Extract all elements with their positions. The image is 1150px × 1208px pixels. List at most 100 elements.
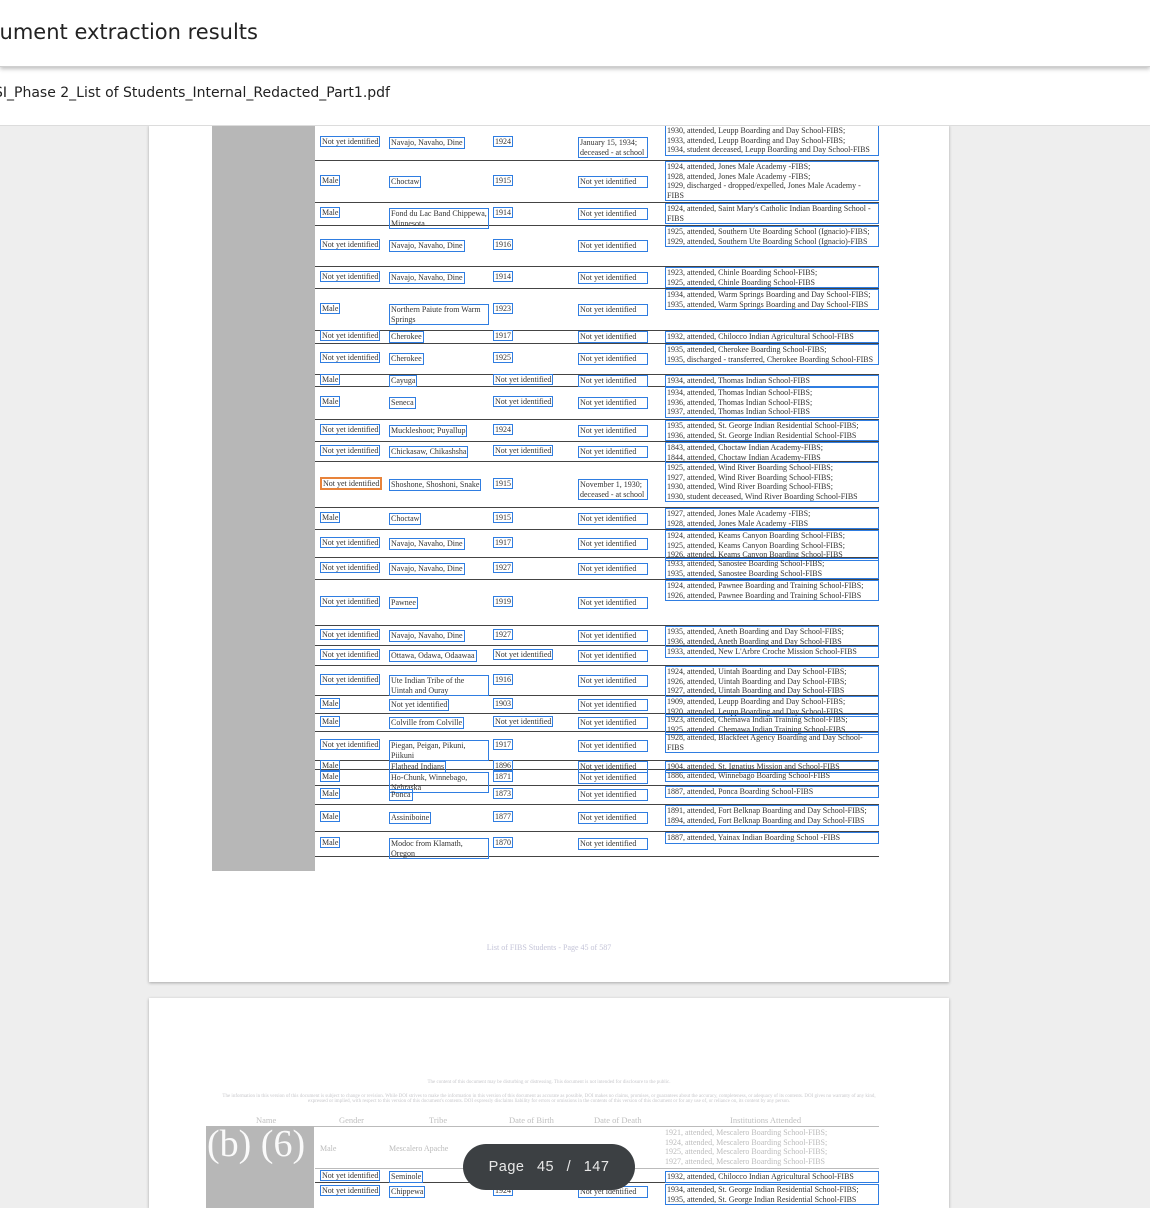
tribe-value[interactable]: Navajo, Navaho, Dine — [389, 137, 465, 149]
gender-cell[interactable]: Not yet identified — [320, 424, 381, 435]
gender-value[interactable]: Male — [320, 303, 341, 314]
death-value[interactable]: Not yet identified — [578, 699, 648, 711]
birth-cell[interactable]: 1917 — [493, 330, 513, 341]
gender-value[interactable]: Not yet identified — [320, 477, 383, 490]
gender-cell[interactable]: Not yet identified — [320, 629, 381, 640]
gender-cell[interactable]: Not yet identified — [320, 739, 381, 750]
birth-value[interactable]: 1914 — [493, 207, 513, 218]
tribe-cell[interactable]: Colville from Colville — [389, 717, 489, 729]
tribe-value[interactable]: Modoc from Klamath, Oregon — [389, 838, 489, 859]
institutions-value[interactable]: 1924, attended, Saint Mary's Catholic In… — [665, 203, 879, 224]
gender-cell[interactable]: Male — [320, 303, 341, 314]
tribe-value[interactable]: Seminole — [389, 1171, 424, 1183]
gender-cell[interactable]: Male — [320, 396, 341, 407]
gender-cell[interactable]: Male — [320, 207, 341, 218]
institutions-value[interactable]: 1934, attended, Thomas Indian School-FIB… — [665, 387, 879, 418]
birth-value[interactable]: 1870 — [493, 837, 513, 848]
tribe-value[interactable]: Navajo, Navaho, Dine — [389, 563, 465, 575]
birth-value[interactable]: 1877 — [493, 811, 513, 822]
institutions-cell[interactable]: 1930, attended, Leupp Boarding and Day S… — [665, 125, 879, 156]
tribe-cell[interactable]: Not yet identified — [389, 699, 489, 711]
death-value[interactable]: Not yet identified — [578, 838, 648, 850]
death-cell[interactable]: Not yet identified — [578, 717, 648, 729]
tribe-cell[interactable]: Navajo, Navaho, Dine — [389, 563, 489, 575]
institutions-cell[interactable]: 1933, attended, New L'Arbre Croche Missi… — [665, 646, 879, 658]
tribe-cell[interactable]: Choctaw — [389, 513, 489, 525]
gender-value[interactable]: Not yet identified — [320, 352, 381, 363]
birth-value[interactable]: 1917 — [493, 537, 513, 548]
institutions-value[interactable]: 1924, attended, Pawnee Boarding and Trai… — [665, 580, 879, 601]
birth-value[interactable]: 1915 — [493, 512, 513, 523]
tribe-value[interactable]: Assiniboine — [389, 812, 432, 824]
gender-cell[interactable]: Not yet identified — [320, 649, 381, 660]
tribe-value[interactable]: Muckleshoot; Puyallup — [389, 425, 468, 437]
gender-cell[interactable]: Not yet identified — [320, 477, 383, 490]
gender-value[interactable]: Male — [320, 374, 341, 385]
gender-cell[interactable]: Male — [320, 374, 341, 385]
gender-cell[interactable]: Not yet identified — [320, 537, 381, 548]
gender-cell[interactable]: Male — [320, 716, 341, 727]
tribe-cell[interactable]: Shoshone, Shoshoni, Snake — [389, 479, 489, 491]
death-cell[interactable]: Not yet identified — [578, 650, 648, 662]
tribe-value[interactable]: Navajo, Navaho, Dine — [389, 240, 465, 252]
birth-cell[interactable]: Not yet identified — [493, 716, 554, 727]
birth-cell[interactable]: 1927 — [493, 629, 513, 640]
birth-cell[interactable]: 1919 — [493, 596, 513, 607]
death-value[interactable]: Not yet identified — [578, 272, 648, 284]
gender-value[interactable]: Not yet identified — [320, 1185, 381, 1196]
institutions-cell[interactable]: 1932, attended, Chilocco Indian Agricult… — [665, 1171, 879, 1183]
tribe-value[interactable]: Choctaw — [389, 513, 422, 525]
birth-value[interactable]: 1873 — [493, 788, 513, 799]
death-cell[interactable]: Not yet identified — [578, 208, 648, 220]
gender-cell[interactable]: Not yet identified — [320, 596, 381, 607]
tribe-value[interactable]: Navajo, Navaho, Dine — [389, 538, 465, 550]
tribe-value[interactable]: Cherokee — [389, 331, 424, 343]
gender-value[interactable]: Not yet identified — [320, 136, 381, 147]
institutions-value[interactable]: 1932, attended, Chilocco Indian Agricult… — [665, 1171, 879, 1183]
tribe-cell[interactable]: Northern Paiute from Warm Springs — [389, 304, 489, 325]
death-value[interactable]: Not yet identified — [578, 789, 648, 801]
death-cell[interactable]: Not yet identified — [578, 740, 648, 752]
tribe-value[interactable]: Ponca — [389, 789, 413, 801]
birth-cell[interactable]: 1914 — [493, 271, 513, 282]
tribe-value[interactable]: Northern Paiute from Warm Springs — [389, 304, 489, 325]
gender-value[interactable]: Male — [320, 175, 341, 186]
birth-cell[interactable]: 1925 — [493, 352, 513, 363]
gender-value[interactable]: Not yet identified — [320, 674, 381, 685]
institutions-value[interactable]: 1934, attended, St. George Indian Reside… — [665, 1184, 879, 1205]
gender-value[interactable]: Male — [320, 396, 341, 407]
birth-cell[interactable]: Not yet identified — [493, 649, 554, 660]
death-cell[interactable]: January 15, 1934; deceased - at school — [578, 137, 648, 158]
birth-cell[interactable]: 1924 — [493, 136, 513, 147]
gender-value[interactable]: Not yet identified — [320, 271, 381, 282]
institutions-cell[interactable]: 1934, attended, Thomas Indian School-FIB… — [665, 375, 879, 387]
gender-cell[interactable]: Not yet identified — [320, 562, 381, 573]
gender-value[interactable]: Not yet identified — [320, 739, 381, 750]
birth-cell[interactable]: 1914 — [493, 207, 513, 218]
institutions-cell[interactable]: 1843, attended, Choctaw Indian Academy-F… — [665, 442, 879, 463]
birth-value[interactable]: 1924 — [493, 424, 513, 435]
death-cell[interactable]: Not yet identified — [578, 597, 648, 609]
birth-value[interactable]: 1917 — [493, 330, 513, 341]
tribe-value[interactable]: Piegan, Peigan, Pikuni, Piikuni — [389, 740, 489, 761]
death-value[interactable]: Not yet identified — [578, 397, 648, 409]
institutions-cell[interactable]: 1924, attended, Jones Male Academy -FIBS… — [665, 161, 879, 201]
institutions-value[interactable]: 1924, attended, Uintah Boarding and Day … — [665, 666, 879, 697]
gender-value[interactable]: Male — [320, 716, 341, 727]
gender-value[interactable]: Not yet identified — [320, 1170, 381, 1181]
gender-value[interactable]: Male — [320, 207, 341, 218]
gender-value[interactable]: Not yet identified — [320, 239, 381, 250]
death-value[interactable]: Not yet identified — [578, 304, 648, 316]
death-cell[interactable]: Not yet identified — [578, 699, 648, 711]
gender-cell[interactable]: Not yet identified — [320, 1185, 381, 1196]
birth-value[interactable]: 1915 — [493, 478, 513, 489]
death-value[interactable]: Not yet identified — [578, 425, 648, 437]
institutions-cell[interactable]: 1924, attended, Uintah Boarding and Day … — [665, 666, 879, 697]
death-value[interactable]: Not yet identified — [578, 812, 648, 824]
institutions-cell[interactable]: 1923, attended, Chinle Boarding School-F… — [665, 267, 879, 288]
birth-cell[interactable]: 1917 — [493, 537, 513, 548]
tribe-cell[interactable]: Navajo, Navaho, Dine — [389, 137, 489, 149]
tribe-value[interactable]: Cherokee — [389, 353, 424, 365]
birth-value[interactable]: 1914 — [493, 271, 513, 282]
tribe-value[interactable]: Navajo, Navaho, Dine — [389, 272, 465, 284]
